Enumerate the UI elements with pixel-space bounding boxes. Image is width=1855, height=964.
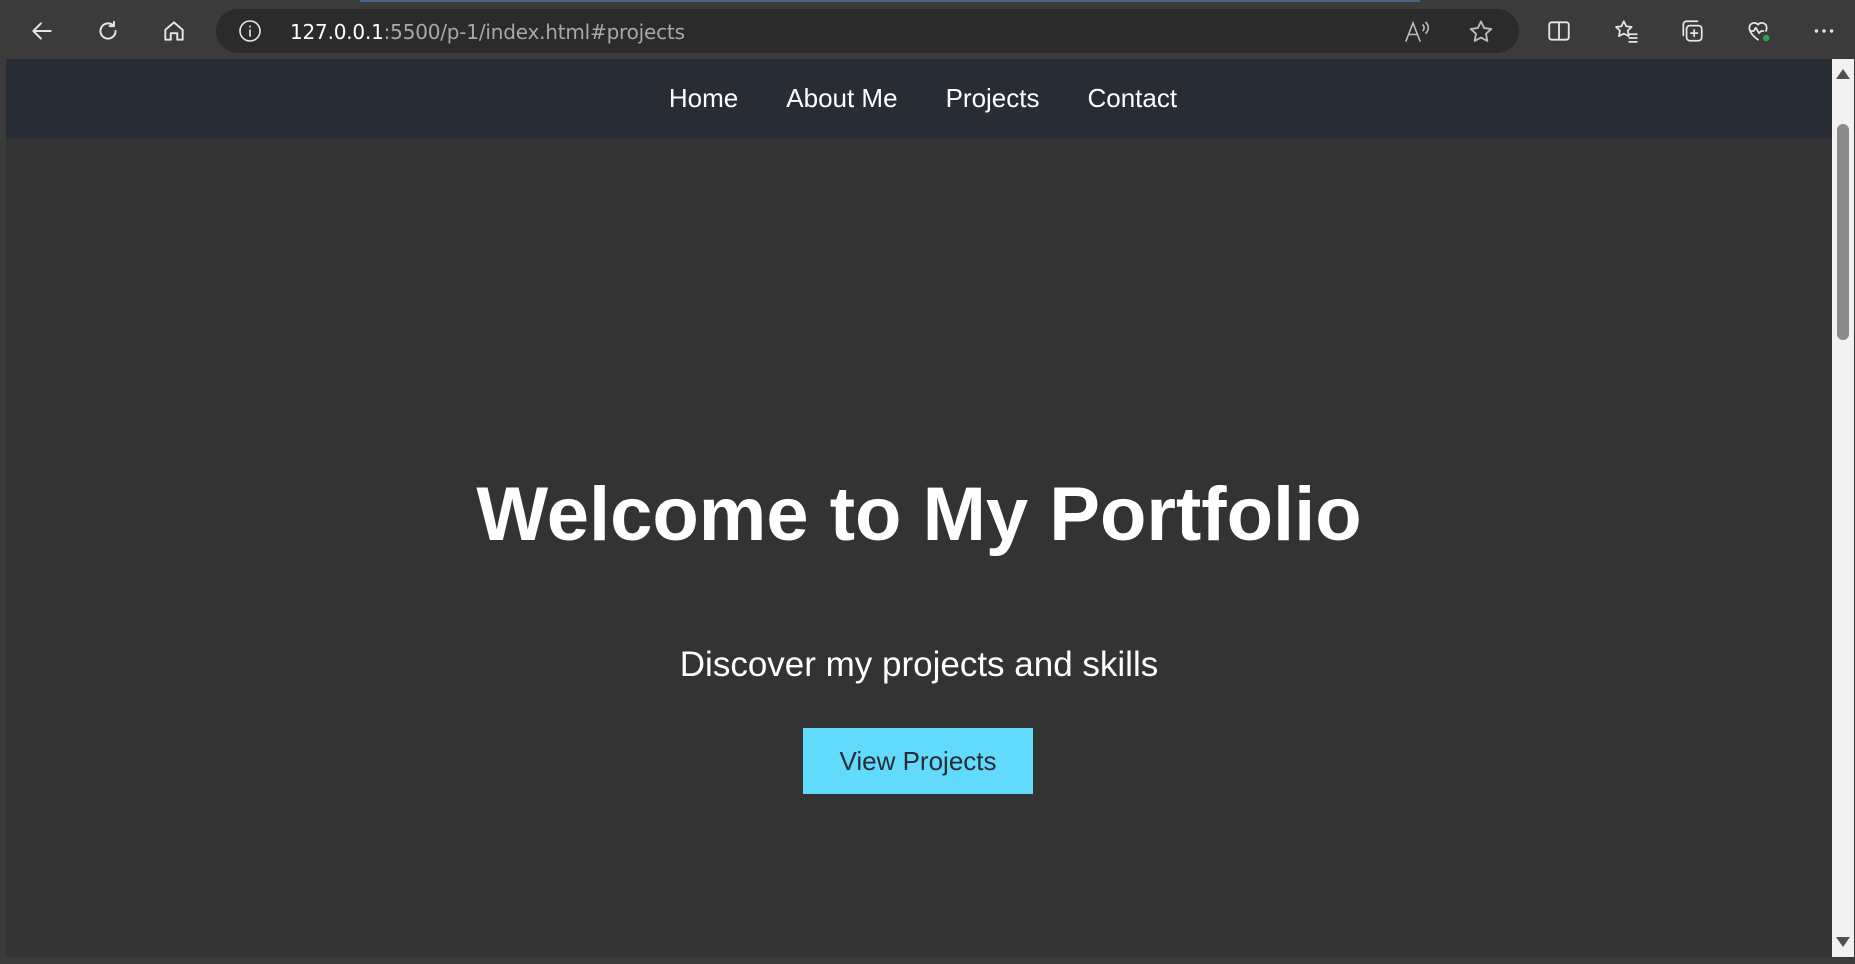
browser-essentials-icon	[1748, 22, 1770, 42]
hero-subtitle: Discover my projects and skills	[679, 645, 1159, 684]
hero-section: Welcome to My Portfolio Discover my proj…	[6, 138, 1832, 957]
scrollbar-thumb[interactable]	[1837, 124, 1849, 340]
collections-button[interactable]	[1671, 10, 1713, 52]
favorites-icon	[1615, 20, 1638, 43]
refresh-button[interactable]	[87, 10, 129, 52]
split-screen-button[interactable]	[1538, 10, 1580, 52]
url-host: 127.0.0.1	[290, 20, 384, 44]
nav-link-home[interactable]: Home	[669, 83, 738, 114]
home-icon	[164, 21, 184, 41]
nav-link-projects[interactable]: Projects	[946, 83, 1040, 114]
site-info-icon[interactable]	[238, 19, 262, 43]
window-bottom-edge	[0, 957, 1855, 964]
collections-icon	[1682, 20, 1703, 42]
split-screen-icon	[1548, 21, 1570, 41]
active-tab-indicator	[360, 0, 1420, 2]
more-button[interactable]	[1803, 10, 1845, 52]
scroll-up-arrow-icon[interactable]	[1836, 69, 1850, 79]
scroll-down-arrow-icon[interactable]	[1836, 937, 1850, 947]
read-aloud-icon[interactable]	[1403, 19, 1431, 45]
browser-essentials-button[interactable]	[1737, 10, 1779, 52]
view-projects-button[interactable]: View Projects	[803, 728, 1033, 794]
page-viewport: Home About Me Projects Contact Welcome t…	[6, 59, 1832, 957]
page-scrollbar[interactable]	[1832, 59, 1854, 957]
browser-toolbar: 127.0.0.1:5500/p-1/index.html#projects	[0, 0, 1855, 59]
home-button[interactable]	[153, 10, 195, 52]
back-icon	[32, 22, 52, 40]
back-button[interactable]	[21, 10, 63, 52]
url-text[interactable]: 127.0.0.1:5500/p-1/index.html#projects	[290, 20, 685, 44]
favorites-button[interactable]	[1605, 10, 1647, 52]
hero-title: Welcome to My Portfolio	[476, 472, 1362, 557]
site-nav: Home About Me Projects Contact	[6, 59, 1832, 138]
favorite-star-icon[interactable]	[1467, 18, 1495, 46]
nav-link-about-me[interactable]: About Me	[786, 83, 897, 114]
refresh-icon	[99, 20, 117, 40]
url-path: :5500/p-1/index.html#projects	[383, 20, 685, 44]
more-icon	[1814, 29, 1834, 33]
address-bar[interactable]: 127.0.0.1:5500/p-1/index.html#projects	[216, 9, 1519, 53]
nav-link-contact[interactable]: Contact	[1087, 83, 1177, 114]
